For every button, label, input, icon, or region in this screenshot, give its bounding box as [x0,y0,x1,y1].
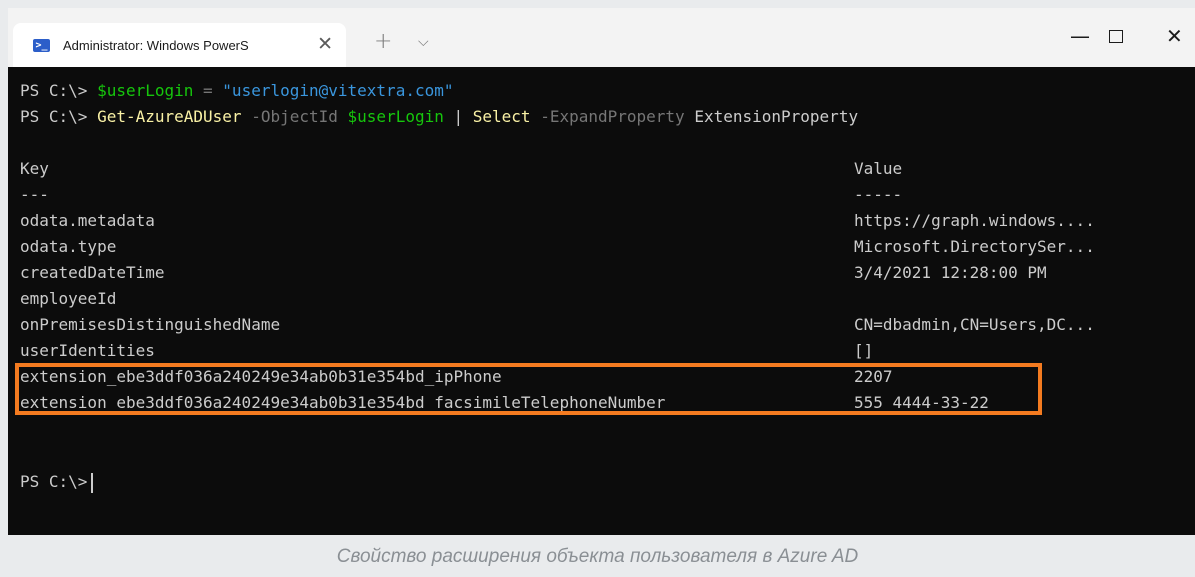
tab-close-icon[interactable]: ✕ [317,34,333,54]
row-key: createdDateTime [20,263,165,282]
tab-title: Administrator: Windows PowerS [63,37,249,53]
separator-value: ----- [854,185,903,204]
row-key: odata.metadata [20,211,155,230]
row-value: https://graph.windows.... [854,211,1095,230]
row-key: userIdentities [20,341,155,360]
minimize-button[interactable]: — [1070,24,1090,48]
cmdlet: Select [472,107,531,126]
terminal-window: >_ Administrator: Windows PowerS ✕ + ⌵ —… [8,8,1195,535]
title-bar: >_ Administrator: Windows PowerS ✕ + ⌵ —… [8,8,1195,67]
new-tab-button[interactable]: + [374,30,392,54]
cmdlet: Get-AzureADUser [97,107,242,126]
text-cursor [91,472,94,493]
parameter: -ExpandProperty [530,107,685,126]
row-value: [] [854,341,874,360]
prompt: PS C:\> [20,472,88,491]
string-literal: "userlogin@vitextra.com" [222,81,454,100]
command-line-1: PS C:\> $userLogin = "userlogin@vitextra… [20,81,453,101]
separator-key: --- [20,185,49,204]
highlight-box [15,363,1042,415]
prompt: PS C:\> [20,107,98,126]
command-line-2: PS C:\> Get-AzureADUser -ObjectId $userL… [20,107,858,127]
row-key: employeeId [20,289,117,308]
terminal-output[interactable]: PS C:\> $userLogin = "userlogin@vitextra… [8,67,1195,535]
operator: = [193,81,223,100]
prompt: PS C:\> [20,81,98,100]
header-value: Value [854,159,903,178]
row-value: 3/4/2021 12:28:00 PM [854,263,1047,282]
row-key: onPremisesDistinguishedName [20,315,281,334]
row-key: odata.type [20,237,117,256]
parameter: -ObjectId [241,107,348,126]
argument: ExtensionProperty [684,107,859,126]
row-value: Microsoft.DirectorySer... [854,237,1095,256]
variable: $userLogin [97,81,194,100]
chevron-down-icon[interactable]: ⌵ [418,32,429,52]
pipe: | [443,107,473,126]
variable: $userLogin [347,107,444,126]
close-button[interactable]: ✕ [1166,24,1183,48]
figure-caption: Свойство расширения объекта пользователя… [336,546,859,567]
final-prompt-line: PS C:\> [20,472,94,493]
maximize-button[interactable] [1109,30,1123,43]
header-key: Key [20,159,49,178]
row-value: CN=dbadmin,CN=Users,DC... [854,315,1095,334]
powershell-icon: >_ [33,38,50,52]
tab-powershell[interactable]: >_ Administrator: Windows PowerS ✕ [13,23,346,67]
